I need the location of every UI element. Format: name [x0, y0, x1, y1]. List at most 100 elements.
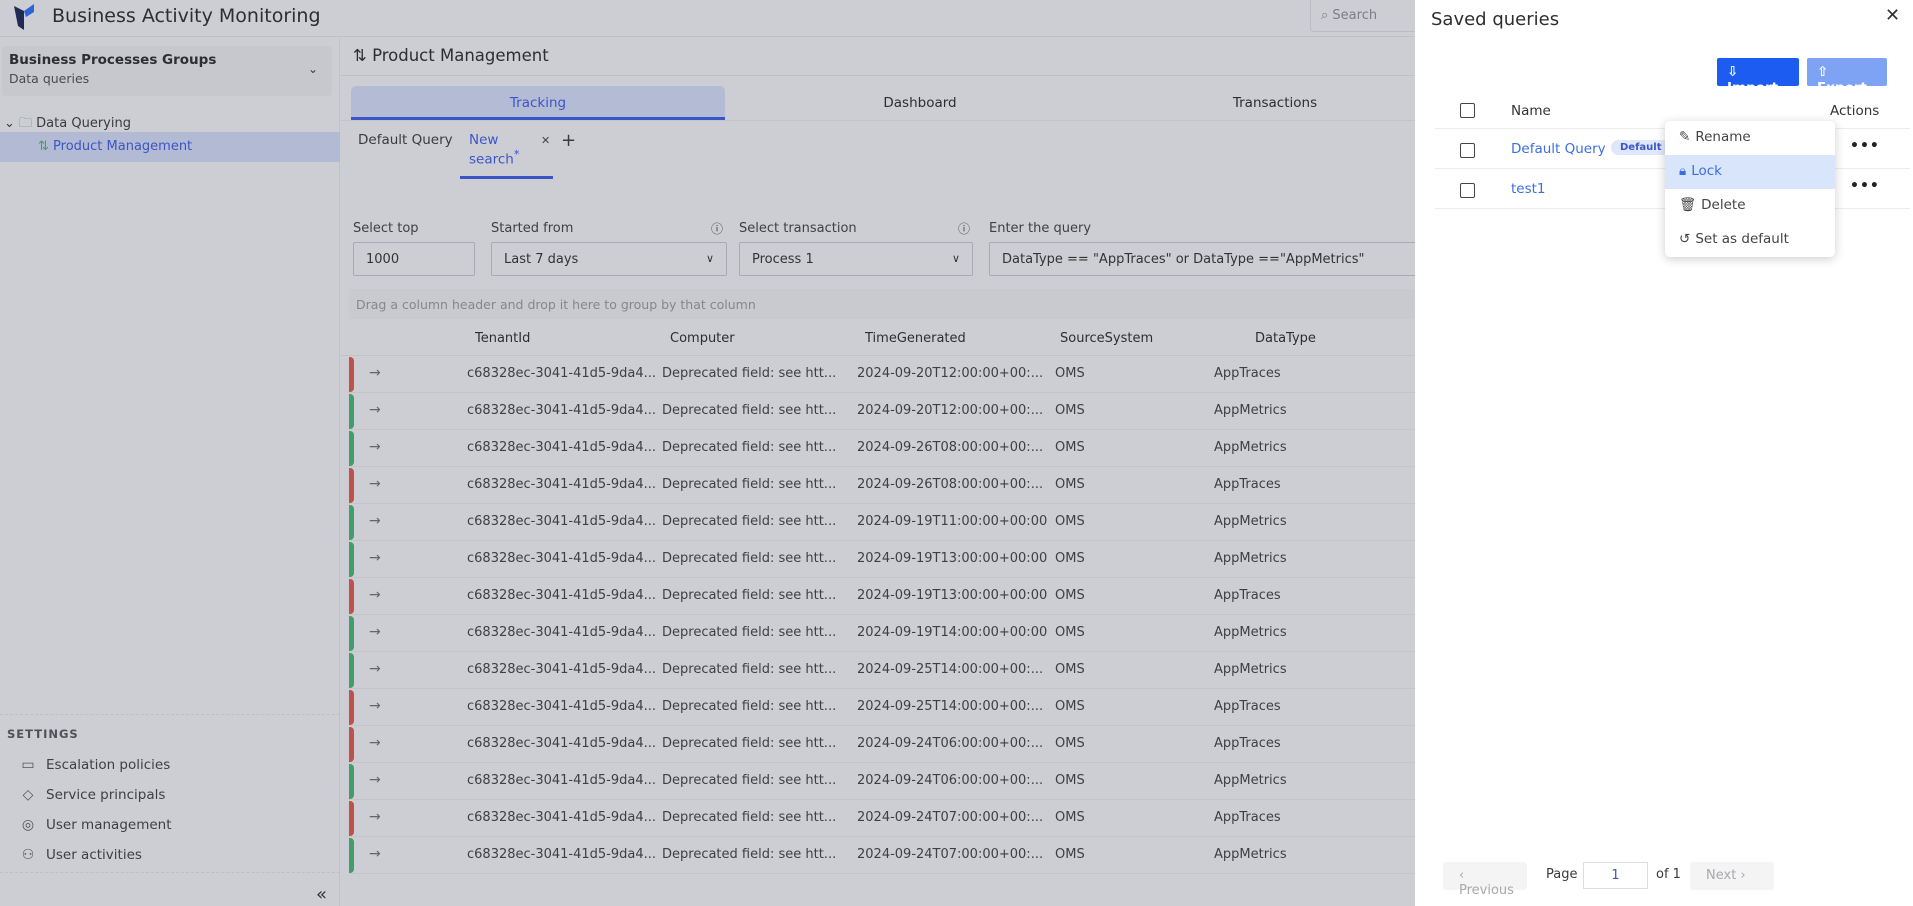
cell-source: OMS	[1055, 847, 1085, 862]
expand-row-icon[interactable]: →	[369, 402, 381, 418]
expand-row-icon[interactable]: →	[369, 624, 381, 640]
cell-computer: Deprecated field: see htt...	[662, 551, 837, 566]
cell-type: AppTraces	[1214, 810, 1281, 825]
cell-tenant: c68328ec-3041-41d5-9da4...	[467, 625, 657, 640]
expand-row-icon[interactable]: →	[369, 846, 381, 862]
collapse-sidebar-button[interactable]: «	[316, 884, 327, 905]
expand-row-icon[interactable]: →	[369, 772, 381, 788]
close-tab-icon[interactable]: ✕	[541, 134, 550, 147]
import-button[interactable]: ⇩ Import	[1717, 58, 1799, 96]
tab-dashboard[interactable]: Dashboard	[725, 86, 1115, 120]
cell-tenant: c68328ec-3041-41d5-9da4...	[467, 514, 657, 529]
group-selector[interactable]: Business Processes Groups Data queries ⌄	[2, 46, 332, 96]
search-input[interactable]: ⌕ Search	[1310, 0, 1420, 32]
column-header-computer[interactable]: Computer	[670, 331, 735, 346]
cell-source: OMS	[1055, 514, 1085, 529]
expand-row-icon[interactable]: →	[369, 809, 381, 825]
next-button[interactable]: Next ›	[1690, 862, 1774, 890]
sidebar-item-user-management[interactable]: ◎ User management	[20, 817, 172, 833]
table-row[interactable]: → c68328ec-3041-41d5-9da4... Deprecated fi…	[349, 578, 1416, 615]
table-row[interactable]: → c68328ec-3041-41d5-9da4... Deprecated fi…	[349, 393, 1416, 430]
saved-query-link[interactable]: Default Query	[1511, 141, 1606, 157]
export-button[interactable]: ⇧ Export	[1807, 58, 1887, 96]
table-row[interactable]: → c68328ec-3041-41d5-9da4... Deprecated fi…	[349, 800, 1416, 837]
query-tab-default[interactable]: Default Query	[358, 132, 453, 156]
row-checkbox[interactable]	[1460, 143, 1475, 158]
info-icon: ⓘ	[958, 222, 971, 236]
row-checkbox[interactable]	[1460, 183, 1475, 198]
table-row[interactable]: → c68328ec-3041-41d5-9da4... Deprecated fi…	[349, 541, 1416, 578]
sidebar-item-escalation-policies[interactable]: ▭ Escalation policies	[20, 757, 170, 773]
table-row[interactable]: → c68328ec-3041-41d5-9da4... Deprecated fi…	[349, 467, 1416, 504]
menu-item-lock[interactable]: 🔒︎ Lock	[1665, 155, 1835, 189]
select-top-input[interactable]: 1000	[353, 242, 475, 276]
expand-row-icon[interactable]: →	[369, 439, 381, 455]
select-all-checkbox[interactable]	[1460, 103, 1475, 118]
table-row[interactable]: → c68328ec-3041-41d5-9da4... Deprecated fi…	[349, 652, 1416, 689]
cell-tenant: c68328ec-3041-41d5-9da4...	[467, 847, 657, 862]
page-number-input[interactable]: 1	[1583, 862, 1648, 889]
more-actions-icon[interactable]: •••	[1850, 178, 1880, 194]
more-actions-icon[interactable]: •••	[1850, 138, 1880, 154]
cell-computer: Deprecated field: see htt...	[662, 736, 837, 751]
expand-row-icon[interactable]: →	[369, 513, 381, 529]
pagination: ‹ Previous Page 1 of 1 Next ›	[1415, 862, 1913, 898]
column-header-datatype[interactable]: DataType	[1255, 331, 1316, 346]
search-icon: ⌕	[1321, 8, 1333, 23]
table-row[interactable]: → c68328ec-3041-41d5-9da4... Deprecated fi…	[349, 504, 1416, 541]
divider	[341, 75, 1416, 76]
label: User management	[46, 817, 172, 833]
query-input[interactable]: DataType == "AppTraces" or DataType =="A…	[989, 242, 1429, 276]
menu-item-rename[interactable]: ✎ Rename	[1665, 121, 1835, 155]
tree-item-product-management[interactable]: ⇅ Product Management	[0, 132, 340, 162]
saved-query-link[interactable]: test1	[1511, 181, 1546, 197]
cell-tenant: c68328ec-3041-41d5-9da4...	[467, 662, 657, 677]
menu-item-set-default[interactable]: ↺ Set as default	[1665, 223, 1835, 257]
expand-row-icon[interactable]: →	[369, 550, 381, 566]
expand-row-icon[interactable]: →	[369, 698, 381, 714]
started-from-select[interactable]: Last 7 days ∨	[491, 242, 727, 276]
expand-row-icon[interactable]: →	[369, 735, 381, 751]
divider	[0, 872, 340, 873]
column-header-tenantid[interactable]: TenantId	[475, 331, 530, 346]
tab-tracking[interactable]: Tracking	[351, 86, 725, 120]
group-by-drop-zone[interactable]: Drag a column header and drop it here to…	[349, 289, 1419, 319]
column-header-timegenerated[interactable]: TimeGenerated	[865, 331, 966, 346]
transaction-select[interactable]: Process 1 ∨	[739, 242, 973, 276]
table-row[interactable]: → c68328ec-3041-41d5-9da4... Deprecated fi…	[349, 689, 1416, 726]
table-row[interactable]: → c68328ec-3041-41d5-9da4... Deprecated fi…	[349, 356, 1416, 393]
cell-time: 2024-09-24T07:00:00+00:...	[857, 847, 1044, 862]
chevron-down-icon: ⌄	[307, 62, 318, 76]
table-row[interactable]: → c68328ec-3041-41d5-9da4... Deprecated fi…	[349, 726, 1416, 763]
status-indicator	[349, 653, 354, 688]
previous-button[interactable]: ‹ Previous	[1443, 862, 1527, 898]
actions-menu: ✎ Rename 🔒︎ Lock 🗑︎ Delete ↺ Set as default	[1665, 121, 1835, 257]
query-tab-new-search[interactable]: New search*	[460, 132, 553, 179]
cell-time: 2024-09-20T12:00:00+00:...	[857, 403, 1044, 418]
table-row[interactable]: → c68328ec-3041-41d5-9da4... Deprecated fi…	[349, 430, 1416, 467]
tab-label: New search	[469, 132, 514, 168]
table-row[interactable]: → c68328ec-3041-41d5-9da4... Deprecated fi…	[349, 763, 1416, 800]
table-row[interactable]: → c68328ec-3041-41d5-9da4... Deprecated fi…	[349, 837, 1416, 874]
cell-time: 2024-09-19T13:00:00+00:00	[857, 551, 1048, 566]
cell-tenant: c68328ec-3041-41d5-9da4...	[467, 810, 657, 825]
process-icon: ⇅	[38, 139, 54, 154]
menu-item-delete[interactable]: 🗑︎ Delete	[1665, 189, 1835, 223]
column-header-sourcesystem[interactable]: SourceSystem	[1060, 331, 1153, 346]
expand-row-icon[interactable]: →	[369, 476, 381, 492]
tab-transactions[interactable]: Transactions	[1115, 86, 1435, 120]
status-indicator	[349, 542, 354, 577]
expand-row-icon[interactable]: →	[369, 587, 381, 603]
menu-label: Set as default	[1695, 231, 1789, 247]
tree-folder-data-querying[interactable]: ⌄ 🗀 Data Querying	[0, 108, 340, 134]
expand-row-icon[interactable]: →	[369, 661, 381, 677]
sidebar-item-user-activities[interactable]: ⚇ User activities	[20, 847, 142, 863]
add-tab-button[interactable]: +	[561, 130, 576, 151]
expand-row-icon[interactable]: →	[369, 365, 381, 381]
sidebar-item-service-principals[interactable]: ◇ Service principals	[20, 787, 166, 803]
chevron-down-icon: ∨	[705, 252, 714, 265]
table-row[interactable]: → c68328ec-3041-41d5-9da4... Deprecated fi…	[349, 615, 1416, 652]
close-icon[interactable]: ✕	[1885, 5, 1900, 26]
sidebar: Business Processes Groups Data queries ⌄…	[0, 38, 340, 906]
button-label: Export	[1817, 80, 1867, 96]
